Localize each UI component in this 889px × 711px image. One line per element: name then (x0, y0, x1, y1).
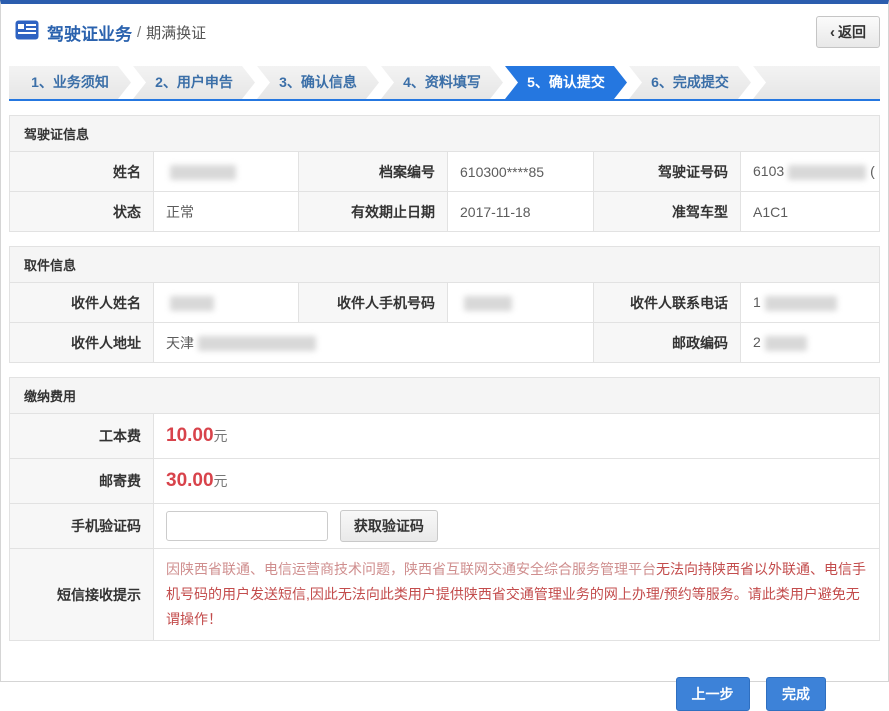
work-fee-amount: 10.00 (166, 425, 214, 446)
license-number-value: 6103 ( (741, 152, 880, 192)
fees-section-title: 缴纳费用 (9, 377, 880, 413)
recipient-phone-value: 1 (741, 283, 880, 323)
redacted-value (788, 165, 866, 180)
fees-section: 缴纳费用 工本费 10.00元 邮寄费 30.00元 手机验证码 获取验证码 短… (9, 377, 880, 641)
breadcrumb: 驾驶证业务 / 期满换证 (15, 20, 206, 45)
sms-notice-segment: 因陕西省联通、电信运营商技术问题，陕西省互联网交通安全综合服务管理平台 (166, 561, 656, 577)
table-row: 短信接收提示 因陕西省联通、电信运营商技术问题，陕西省互联网交通安全综合服务管理… (10, 549, 880, 641)
recipient-phone-prefix: 1 (753, 294, 761, 310)
address-value: 天津 (154, 323, 594, 363)
table-row: 工本费 10.00元 (10, 414, 880, 459)
sms-notice-label: 短信接收提示 (10, 549, 154, 641)
page-title: 驾驶证业务 (47, 20, 132, 45)
address-label: 收件人地址 (10, 323, 154, 363)
step-6-finish-submit[interactable]: 6、完成提交 (629, 66, 751, 99)
step-4-fill-data[interactable]: 4、资料填写 (381, 66, 503, 99)
table-row: 邮寄费 30.00元 (10, 459, 880, 504)
pickup-info-section: 取件信息 收件人姓名 收件人手机号码 收件人联系电话 1 收件人地址 天津 邮政… (9, 246, 880, 363)
mail-fee-amount: 30.00 (166, 470, 214, 491)
name-label: 姓名 (10, 152, 154, 192)
vehicle-class-label: 准驾车型 (594, 192, 741, 232)
file-number-value: 610300****85 (448, 152, 594, 192)
expiry-value: 2017-11-18 (448, 192, 594, 232)
redacted-value (464, 296, 512, 311)
license-number-prefix: 6103 (753, 163, 784, 179)
sms-notice-text: 因陕西省联通、电信运营商技术问题，陕西省互联网交通安全综合服务管理平台无法向持陕… (154, 549, 880, 641)
step-3-confirm-info[interactable]: 3、确认信息 (257, 66, 379, 99)
page-header: 驾驶证业务 / 期满换证 ‹返回 (1, 4, 888, 56)
breadcrumb-separator: / (137, 24, 141, 41)
name-value (154, 152, 299, 192)
status-label: 状态 (10, 192, 154, 232)
captcha-label: 手机验证码 (10, 504, 154, 549)
recipient-phone-label: 收件人联系电话 (594, 283, 741, 323)
step-1-business-notice[interactable]: 1、业务须知 (9, 66, 131, 99)
work-fee-value: 10.00元 (154, 414, 880, 459)
fee-unit: 元 (214, 428, 228, 444)
fees-table: 工本费 10.00元 邮寄费 30.00元 手机验证码 获取验证码 短信接收提示… (9, 413, 880, 641)
captcha-input[interactable] (166, 511, 328, 541)
back-button-label: 返回 (838, 24, 866, 40)
get-captcha-button[interactable]: 获取验证码 (340, 510, 438, 542)
file-number-label: 档案编号 (299, 152, 448, 192)
list-icon (15, 20, 39, 45)
table-row: 收件人姓名 收件人手机号码 收件人联系电话 1 (10, 283, 880, 323)
page-subtitle: 期满换证 (146, 22, 206, 43)
status-value: 正常 (154, 192, 299, 232)
redacted-value (765, 296, 837, 311)
finish-button[interactable]: 完成 (766, 677, 826, 711)
back-chevron-icon: ‹ (830, 24, 835, 41)
step-5-confirm-submit[interactable]: 5、确认提交 (505, 66, 627, 99)
recipient-name-label: 收件人姓名 (10, 283, 154, 323)
recipient-name-value (154, 283, 299, 323)
postcode-prefix: 2 (753, 334, 761, 350)
step-2-user-declaration[interactable]: 2、用户申告 (133, 66, 255, 99)
license-info-section: 驾驶证信息 姓名 档案编号 610300****85 驾驶证号码 6103 ( 状… (9, 115, 880, 232)
expiry-label: 有效期止日期 (299, 192, 448, 232)
address-prefix: 天津 (166, 335, 194, 351)
license-number-label: 驾驶证号码 (594, 152, 741, 192)
footer-actions: 上一步 完成 (1, 677, 826, 711)
mail-fee-value: 30.00元 (154, 459, 880, 504)
postcode-label: 邮政编码 (594, 323, 741, 363)
license-info-table: 姓名 档案编号 610300****85 驾驶证号码 6103 ( 状态 正常 有… (9, 151, 880, 232)
captcha-cell: 获取验证码 (154, 504, 880, 549)
table-row: 姓名 档案编号 610300****85 驾驶证号码 6103 ( (10, 152, 880, 192)
table-row: 手机验证码 获取验证码 (10, 504, 880, 549)
previous-step-button[interactable]: 上一步 (676, 677, 750, 711)
table-row: 状态 正常 有效期止日期 2017-11-18 准驾车型 A1C1 (10, 192, 880, 232)
fee-unit: 元 (214, 473, 228, 489)
work-fee-label: 工本费 (10, 414, 154, 459)
pickup-section-title: 取件信息 (9, 246, 880, 282)
redacted-value (765, 336, 807, 351)
table-row: 收件人地址 天津 邮政编码 2 (10, 323, 880, 363)
redacted-value (170, 296, 214, 311)
vehicle-class-value: A1C1 (741, 192, 880, 232)
recipient-mobile-value (448, 283, 594, 323)
step-wizard: 1、业务须知 2、用户申告 3、确认信息 4、资料填写 5、确认提交 6、完成提… (9, 66, 880, 101)
postcode-value: 2 (741, 323, 880, 363)
mail-fee-label: 邮寄费 (10, 459, 154, 504)
license-section-title: 驾驶证信息 (9, 115, 880, 151)
redacted-value (170, 165, 236, 180)
step-bar-filler (753, 66, 880, 99)
redacted-value (198, 336, 316, 351)
license-number-suffix: ( (870, 163, 875, 179)
recipient-mobile-label: 收件人手机号码 (299, 283, 448, 323)
back-button[interactable]: ‹返回 (816, 16, 880, 48)
pickup-info-table: 收件人姓名 收件人手机号码 收件人联系电话 1 收件人地址 天津 邮政编码 2 (9, 282, 880, 363)
